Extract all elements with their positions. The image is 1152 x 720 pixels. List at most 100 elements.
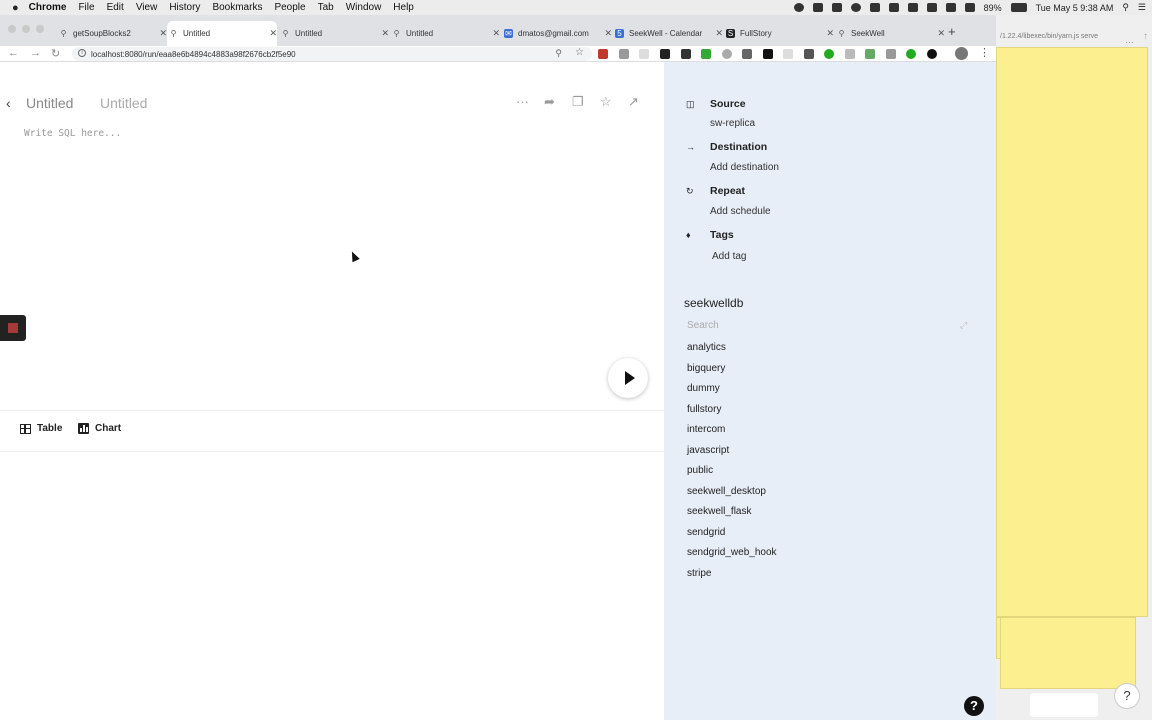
extension-icon[interactable] — [804, 49, 814, 59]
extension-icon[interactable] — [598, 49, 608, 59]
forward-icon[interactable]: → — [30, 47, 41, 59]
tab-getsoupblocks2[interactable]: ⚲ getSoupBlocks2 ✕ — [57, 21, 167, 46]
schema-item[interactable]: sendgrid — [687, 527, 725, 538]
search-icon[interactable]: ⚲ — [555, 48, 562, 59]
close-icon[interactable]: ✕ — [937, 28, 945, 39]
close-window-button[interactable] — [8, 25, 16, 33]
avatar[interactable] — [955, 47, 968, 60]
battery-icon[interactable] — [1010, 3, 1027, 12]
extension-icon[interactable] — [886, 49, 896, 59]
close-icon[interactable]: ✕ — [381, 28, 389, 39]
address-bar[interactable]: i localhost:8080/run/eaa8e6b4894c4883a98… — [72, 47, 592, 61]
battery-percent[interactable]: 89% — [984, 3, 1002, 13]
add-destination-link[interactable]: Add destination — [710, 162, 779, 173]
tab-chart[interactable]: Chart — [78, 423, 121, 434]
add-schedule-link[interactable]: Add schedule — [710, 206, 771, 217]
schema-item[interactable]: dummy — [687, 383, 720, 394]
copy-icon[interactable]: ❐ — [572, 94, 584, 110]
menu-people[interactable]: People — [274, 2, 305, 13]
sail-icon[interactable] — [812, 3, 823, 12]
open-external-icon[interactable]: ↗ — [628, 94, 639, 110]
extension-icon[interactable] — [619, 49, 629, 59]
tab-untitled-active[interactable]: ⚲ Untitled ✕ — [167, 21, 277, 46]
close-icon[interactable]: ✕ — [159, 28, 167, 39]
schema-item[interactable]: public — [687, 465, 713, 476]
menu-help[interactable]: Help — [393, 2, 414, 13]
menu-edit[interactable]: Edit — [107, 2, 124, 13]
run-query-button[interactable] — [608, 358, 648, 398]
extension-icon[interactable] — [763, 49, 773, 59]
menu-view[interactable]: View — [136, 2, 158, 13]
query-title[interactable]: Untitled — [26, 95, 73, 111]
sync-icon[interactable] — [793, 3, 804, 12]
tab-table[interactable]: Table — [20, 423, 62, 434]
schema-item[interactable]: seekwell_flask — [687, 506, 751, 517]
extension-icon[interactable] — [660, 49, 670, 59]
apple-icon[interactable]: ● — [12, 2, 19, 14]
back-icon[interactable]: ← — [8, 47, 19, 59]
cloud-icon[interactable] — [850, 3, 861, 12]
cloud-app-icon[interactable] — [869, 3, 880, 12]
help-icon[interactable]: ? — [1114, 683, 1140, 709]
sql-editor[interactable]: Write SQL here... — [24, 128, 121, 139]
menu-file[interactable]: File — [78, 2, 94, 13]
schema-item[interactable]: fullstory — [687, 404, 721, 415]
minimize-window-button[interactable] — [22, 25, 30, 33]
bluetooth-icon[interactable] — [926, 3, 937, 12]
zoom-window-button[interactable] — [36, 25, 44, 33]
extension-icon[interactable] — [927, 49, 937, 59]
sticky-note[interactable] — [996, 47, 1148, 617]
more-icon[interactable]: ··· — [516, 94, 529, 109]
wifi-icon[interactable] — [964, 3, 975, 12]
source-value[interactable]: sw-replica — [710, 118, 755, 129]
extension-icon[interactable] — [824, 49, 834, 59]
kebab-menu-icon[interactable]: ⋮ — [979, 46, 990, 59]
close-icon[interactable]: ✕ — [604, 28, 612, 39]
stop-recording-button[interactable] — [0, 315, 26, 341]
star-icon[interactable]: ☆ — [600, 94, 612, 110]
display-icon[interactable] — [945, 3, 956, 12]
close-icon[interactable]: ✕ — [492, 28, 500, 39]
expand-icon[interactable]: ⤢ — [960, 320, 967, 331]
extension-icon[interactable] — [742, 49, 752, 59]
extension-icon[interactable] — [681, 49, 691, 59]
menu-app[interactable]: Chrome — [29, 2, 67, 13]
extension-icon[interactable] — [783, 49, 793, 59]
tab-untitled[interactable]: ⚲ Untitled ✕ — [390, 21, 500, 46]
extension-icon[interactable] — [701, 49, 711, 59]
schema-item[interactable]: stripe — [687, 568, 711, 579]
bookmark-star-icon[interactable]: ☆ — [575, 47, 584, 58]
schema-item[interactable]: sendgrid_web_hook — [687, 547, 777, 558]
extension-icon[interactable] — [639, 49, 649, 59]
schema-item[interactable]: javascript — [687, 445, 729, 456]
docker-icon[interactable] — [831, 3, 842, 12]
schema-item[interactable]: intercom — [687, 424, 725, 435]
tab-seekwell-calendar[interactable]: 5 SeekWell - Calendar ✕ — [613, 21, 723, 46]
help-button[interactable]: ? — [964, 696, 984, 716]
tab-untitled[interactable]: ⚲ Untitled ✕ — [279, 21, 389, 46]
schema-item[interactable]: analytics — [687, 342, 726, 353]
reload-icon[interactable]: ↻ — [51, 47, 60, 60]
back-arrow-icon[interactable]: ‹ — [6, 95, 11, 111]
close-icon[interactable]: ✕ — [715, 28, 723, 39]
x-icon[interactable] — [888, 3, 899, 12]
list-icon[interactable]: ☰ — [1138, 2, 1146, 13]
extension-icon[interactable] — [865, 49, 875, 59]
extension-icon[interactable] — [845, 49, 855, 59]
schema-item[interactable]: seekwell_desktop — [687, 486, 766, 497]
extension-icon[interactable] — [722, 49, 732, 59]
close-icon[interactable]: ✕ — [269, 28, 277, 39]
share-icon[interactable]: ➦ — [544, 94, 555, 110]
close-icon[interactable]: ✕ — [826, 28, 834, 39]
info-icon[interactable]: i — [78, 49, 86, 57]
search-icon[interactable]: ⚲ — [1122, 2, 1129, 13]
clock[interactable]: Tue May 5 9:38 AM — [1036, 3, 1114, 13]
query-subtitle[interactable]: Untitled — [100, 95, 147, 111]
menu-history[interactable]: History — [169, 2, 200, 13]
grid-icon[interactable] — [907, 3, 918, 12]
schema-search-input[interactable] — [684, 317, 970, 333]
tab-seekwell[interactable]: ⚲ SeekWell ✕ — [835, 21, 945, 46]
menu-bookmarks[interactable]: Bookmarks — [212, 2, 262, 13]
tab-fullstory[interactable]: S FullStory ✕ — [724, 21, 834, 46]
new-tab-button[interactable]: + — [948, 24, 956, 39]
